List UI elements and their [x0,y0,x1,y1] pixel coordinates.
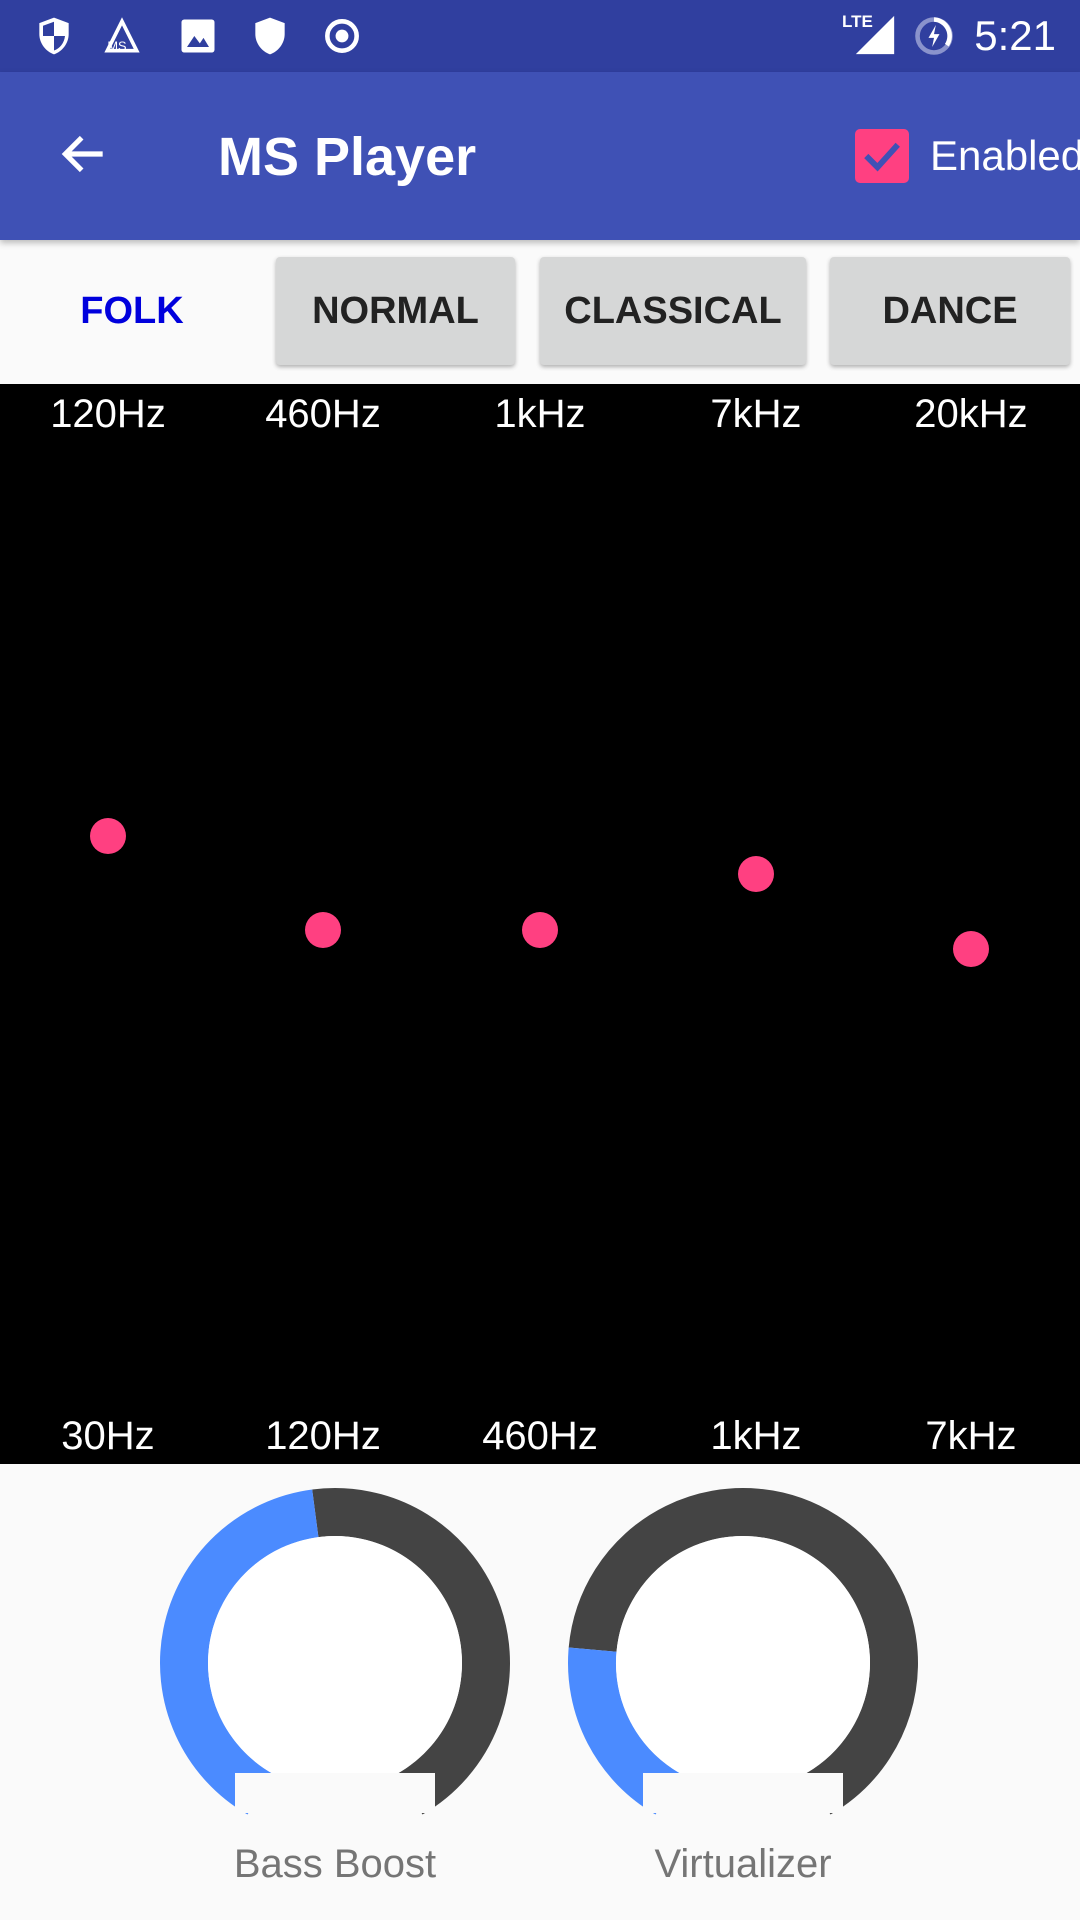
shield-half-icon [39,17,69,55]
band-bottom-label: 7kHz [925,1414,1017,1458]
knob-face [616,1536,870,1790]
preset-classical[interactable]: CLASSICAL [540,257,806,365]
preset-dance[interactable]: DANCE [830,257,1070,365]
enabled-label[interactable]: Enabled [930,132,1080,180]
band-top-label: 7kHz [710,392,802,436]
virtualizer-knob[interactable] [568,1488,918,1815]
battery-charging-icon [915,17,953,55]
knob-face [208,1536,462,1790]
equalizer-panel: 120Hz 30Hz 460Hz 120Hz 1kHz 460Hz 7kHz 1kHz 20kH… [0,384,1080,1464]
band-slider-thumb[interactable] [305,912,341,948]
knob-gap [235,1773,435,1813]
knob-gap [643,1773,843,1813]
target-icon [325,19,359,53]
bass-boost-knob[interactable] [160,1488,510,1815]
svg-text:MS: MS [107,39,126,54]
enabled-checkbox[interactable] [855,129,909,183]
band-top-label: 120Hz [50,392,166,436]
band-bottom-label: 120Hz [265,1414,381,1458]
band-bottom-label: 1kHz [710,1414,802,1458]
band-slider-thumb[interactable] [738,855,774,892]
band-top-label: 1kHz [494,392,586,436]
virtualizer-label: Virtualizer [654,1842,832,1886]
preset-normal[interactable]: NORMAL [276,257,515,365]
preset-folk[interactable]: FOLK [20,257,244,365]
preset-bar: FOLK NORMAL CLASSICAL DANCE [0,240,1080,384]
band-slider-thumb[interactable] [90,818,126,854]
bass-boost-label: Bass Boost [233,1842,437,1886]
status-bar: MS LTE 5:21 [0,0,1080,72]
band-top-label: 460Hz [265,392,381,436]
band-slider-thumb[interactable] [953,930,989,967]
arrow-left-icon[interactable] [56,126,112,182]
page-title: MS Player [218,127,477,187]
app-bar: MS Player Enabled [0,72,1080,240]
ms-player-notification-icon: MS [104,17,140,54]
image-icon [181,19,215,53]
band-bottom-label: 460Hz [482,1414,598,1458]
band-slider-thumb[interactable] [522,912,558,948]
band-bottom-label: 30Hz [61,1414,155,1458]
lte-signal-icon [855,15,895,55]
check-icon [864,142,900,172]
clock: 5:21 [974,12,1056,59]
band-top-label: 20kHz [914,392,1028,436]
shield-icon [255,17,285,55]
